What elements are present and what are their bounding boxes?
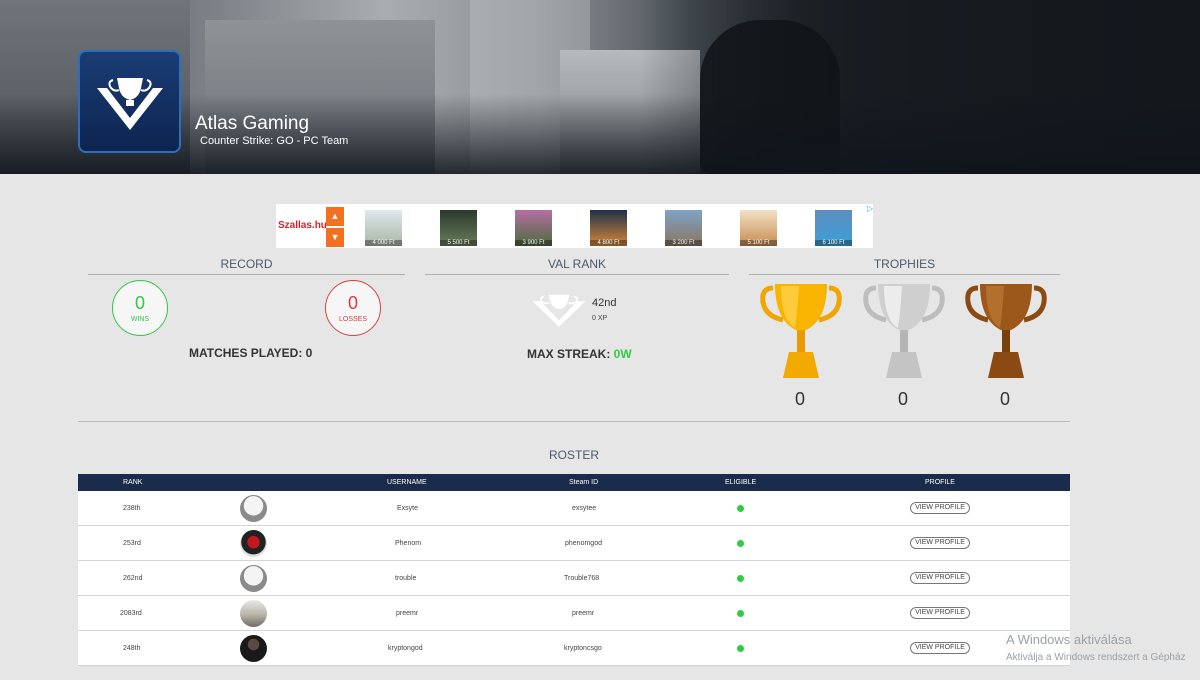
row-username[interactable]: Exsyte	[397, 505, 418, 512]
team-subtitle: Counter Strike: GO - PC Team	[200, 135, 349, 147]
eligible-indicator	[737, 610, 744, 617]
record-underline	[88, 274, 405, 275]
header-rank: RANK	[123, 479, 143, 486]
max-streak-value: 0W	[613, 347, 632, 361]
roster-table: RANK USERNAME Steam ID ELIGIBLE PROFILE …	[78, 474, 1070, 666]
table-row: 253rd Phenom phenomgod VIEW PROFILE	[78, 526, 1070, 561]
row-username[interactable]: trouble	[395, 575, 416, 582]
bronze-trophy-count: 0	[999, 389, 1010, 409]
avatar[interactable]	[240, 600, 267, 627]
roster-title: ROSTER	[548, 448, 599, 462]
gold-trophy-count: 0	[794, 389, 805, 409]
header-eligible: ELIGIBLE	[725, 479, 757, 486]
team-name: Atlas Gaming	[195, 113, 310, 134]
wins-badge: 0 WINS	[112, 280, 168, 336]
row-steam-id: preemr	[572, 610, 595, 617]
val-rank-title: VAL RANK	[547, 257, 607, 271]
row-rank: 262nd	[123, 575, 143, 582]
val-rank-underline	[425, 274, 729, 275]
ad-thumbnail[interactable]: 5 100 Ft	[740, 210, 777, 246]
adchoices-icon[interactable]: ▷	[867, 204, 873, 213]
silver-trophy-count: 0	[897, 389, 908, 409]
record-title: RECORD	[220, 257, 273, 271]
trophies-title: TROPHIES	[873, 257, 936, 271]
header-username: USERNAME	[387, 479, 427, 486]
eligible-indicator	[737, 645, 744, 652]
row-steam-id: kryptoncsgo	[564, 645, 602, 652]
windows-activation-text: Aktiválja a Windows rendszert a Gépház	[1006, 652, 1186, 663]
wins-count: 0	[134, 293, 145, 313]
ad-thumbnail[interactable]: 3 200 Ft	[665, 210, 702, 246]
rank-position: 42nd	[592, 297, 617, 309]
row-steam-id: phenomgod	[565, 540, 602, 547]
table-row: 238th Exsyte exsytee VIEW PROFILE	[78, 491, 1070, 526]
row-username[interactable]: kryptongod	[388, 645, 423, 652]
atlas-trophy-logo-icon	[96, 77, 163, 130]
table-row: 2083rd preemr preemr VIEW PROFILE	[78, 596, 1070, 631]
avatar[interactable]	[240, 530, 267, 557]
ad-thumbnail[interactable]: 5 500 Ft	[440, 210, 477, 246]
eligible-indicator	[737, 540, 744, 547]
losses-label: LOSSES	[338, 316, 367, 323]
row-steam-id: exsytee	[572, 505, 597, 512]
avatar[interactable]	[240, 635, 267, 662]
trophies-underline	[749, 274, 1060, 275]
windows-activation-title: A Windows aktiválása	[1006, 632, 1132, 647]
row-rank: 2083rd	[120, 610, 142, 617]
row-rank: 253rd	[123, 540, 141, 547]
ad-up-arrow-icon[interactable]: ▲	[326, 207, 344, 226]
roster-table-header: RANK USERNAME Steam ID ELIGIBLE PROFILE	[78, 474, 1070, 491]
avatar[interactable]	[240, 495, 267, 522]
team-logo	[78, 50, 181, 153]
ad-nav: ▲ ▼	[326, 207, 344, 247]
view-profile-button[interactable]: VIEW PROFILE	[910, 537, 970, 549]
view-profile-button[interactable]: VIEW PROFILE	[910, 607, 970, 619]
ad-down-arrow-icon[interactable]: ▼	[326, 228, 344, 247]
row-username[interactable]: preemr	[396, 610, 418, 617]
ad-banner[interactable]: Szallas.hu ▲ ▼ 4 000 Ft 5 500 Ft 3 900 F…	[276, 204, 873, 248]
row-username[interactable]: Phenom	[395, 540, 421, 547]
losses-badge: 0 LOSSES	[325, 280, 381, 336]
matches-played: MATCHES PLAYED: 0	[189, 346, 313, 360]
avatar[interactable]	[240, 565, 267, 592]
table-row: 262nd trouble Trouble768 VIEW PROFILE	[78, 561, 1070, 596]
max-streak: MAX STREAK: 0W	[527, 347, 632, 361]
wins-label: WINS	[130, 316, 150, 323]
eligible-indicator	[737, 575, 744, 582]
section-divider	[78, 421, 1070, 422]
eligible-indicator	[737, 505, 744, 512]
gold-trophy-icon	[760, 284, 842, 378]
table-row: 248th kryptongod kryptoncsgo VIEW PROFIL…	[78, 631, 1070, 666]
rank-emblem-icon	[532, 294, 586, 327]
ad-thumbnail[interactable]: 3 900 Ft	[515, 210, 552, 246]
row-rank: 238th	[123, 505, 141, 512]
view-profile-button[interactable]: VIEW PROFILE	[910, 502, 970, 514]
ad-brand-logo[interactable]: Szallas.hu	[278, 220, 327, 231]
max-streak-label: MAX STREAK:	[527, 347, 614, 361]
ad-thumbnail[interactable]: 4 800 Ft	[590, 210, 627, 246]
header-steam-id: Steam ID	[569, 479, 599, 486]
row-rank: 248th	[123, 645, 141, 652]
ad-thumbnail[interactable]: 6 100 Ft	[815, 210, 852, 246]
silver-trophy-icon	[863, 284, 945, 378]
view-profile-button[interactable]: VIEW PROFILE	[910, 572, 970, 584]
header-profile: PROFILE	[925, 479, 955, 486]
view-profile-button[interactable]: VIEW PROFILE	[910, 642, 970, 654]
losses-count: 0	[347, 293, 358, 313]
row-steam-id: Trouble768	[564, 575, 600, 582]
ad-thumbnail[interactable]: 4 000 Ft	[365, 210, 402, 246]
rank-xp: 0 XP	[592, 315, 608, 322]
bronze-trophy-icon	[965, 284, 1047, 378]
